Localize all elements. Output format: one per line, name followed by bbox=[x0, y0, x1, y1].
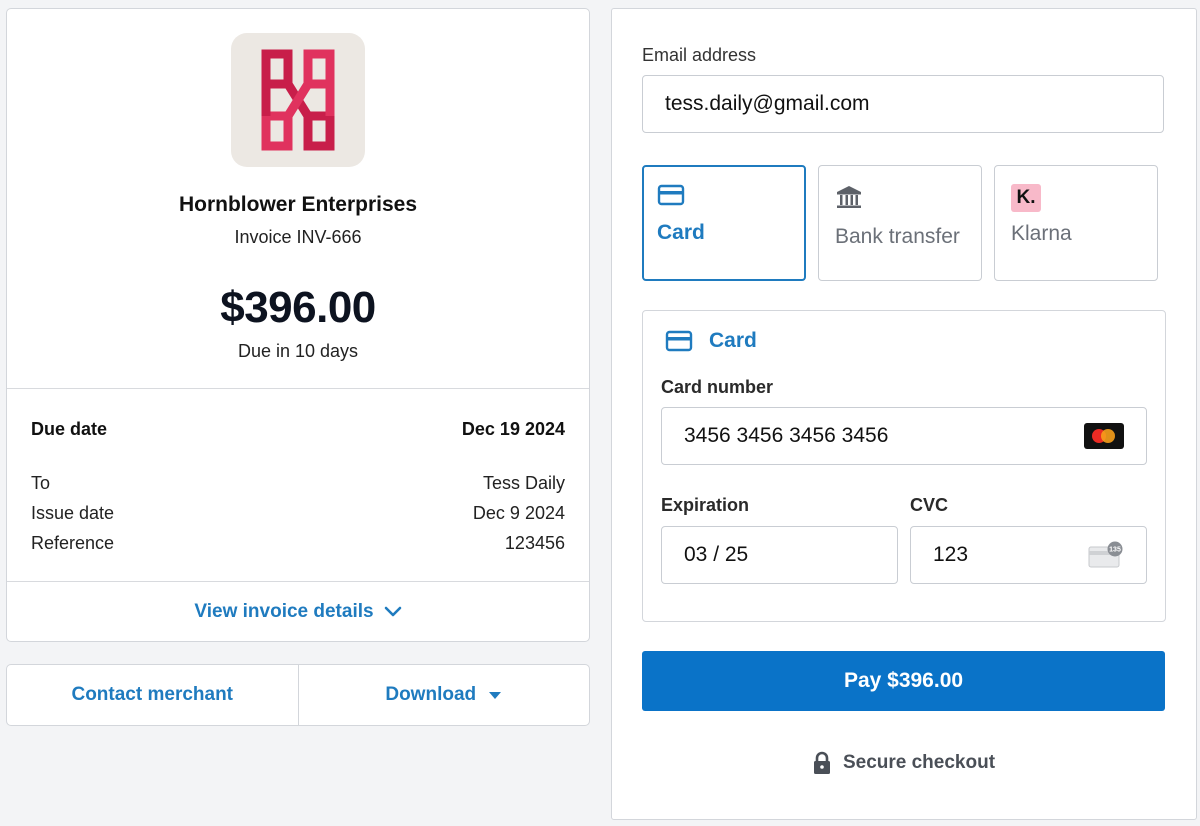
download-label: Download bbox=[385, 684, 477, 705]
cvc-label: CVC bbox=[910, 495, 949, 515]
detail-value: Dec 19 2024 bbox=[461, 419, 565, 439]
merchant-name: Hornblower Enterprises bbox=[178, 193, 418, 216]
detail-row-due-date: Due date Dec 19 2024 bbox=[31, 419, 565, 440]
payment-method-label: Bank transfer bbox=[835, 225, 960, 248]
card-number-field[interactable]: 3456 3456 3456 3456 bbox=[661, 407, 1147, 465]
cvc-card-icon: 135 bbox=[1088, 541, 1123, 568]
view-invoice-details-label: View invoice details bbox=[194, 601, 374, 622]
view-invoice-details-button[interactable]: View invoice details bbox=[7, 601, 589, 623]
secure-checkout-label: Secure checkout bbox=[842, 752, 996, 773]
email-field[interactable]: tess.daily@gmail.com bbox=[642, 75, 1164, 133]
expiration-field[interactable]: 03 / 25 bbox=[661, 526, 898, 584]
detail-value: Tess Daily bbox=[482, 473, 565, 493]
email-label: Email address bbox=[642, 45, 757, 65]
invoice-amount: $396.00 bbox=[220, 283, 376, 332]
caret-down-icon bbox=[489, 691, 502, 699]
lock-icon bbox=[813, 751, 830, 774]
invoice-number: Invoice INV-666 bbox=[234, 227, 362, 247]
payment-method-bank-transfer[interactable]: Bank transfer bbox=[818, 165, 982, 281]
payment-method-label: Klarna bbox=[1011, 222, 1072, 245]
payment-method-card[interactable]: Card bbox=[642, 165, 806, 281]
divider bbox=[7, 581, 589, 582]
detail-row-reference: Reference 123456 bbox=[31, 533, 565, 554]
klarna-icon: K. bbox=[1011, 184, 1041, 212]
pay-button-label: Pay $396.00 bbox=[843, 669, 964, 692]
credit-card-icon bbox=[665, 330, 693, 352]
merchant-logo bbox=[231, 33, 365, 167]
expiration-value: 03 / 25 bbox=[684, 543, 749, 566]
divider bbox=[7, 388, 589, 389]
detail-row-issue-date: Issue date Dec 9 2024 bbox=[31, 503, 565, 524]
download-button[interactable]: Download bbox=[297, 665, 590, 725]
bank-icon bbox=[837, 186, 861, 208]
credit-card-icon bbox=[657, 184, 685, 206]
checkout-page: Hornblower Enterprises Invoice INV-666 $… bbox=[0, 0, 1200, 826]
payment-panel: Email address tess.daily@gmail.com Card … bbox=[611, 8, 1197, 820]
due-in-text: Due in 10 days bbox=[237, 341, 359, 361]
card-section-title: Card bbox=[665, 329, 757, 353]
card-number-label: Card number bbox=[661, 377, 774, 397]
mastercard-icon bbox=[1084, 423, 1124, 449]
pay-button[interactable]: Pay $396.00 bbox=[642, 651, 1165, 711]
detail-value: Dec 9 2024 bbox=[472, 503, 565, 523]
contact-merchant-button[interactable]: Contact merchant bbox=[7, 665, 298, 725]
chevron-down-icon bbox=[384, 606, 401, 617]
payment-method-klarna[interactable]: K. Klarna bbox=[994, 165, 1158, 281]
detail-label: Reference bbox=[31, 533, 115, 553]
payment-method-label: Card bbox=[657, 221, 705, 244]
detail-row-to: To Tess Daily bbox=[31, 473, 565, 494]
secure-checkout: Secure checkout bbox=[612, 751, 1196, 775]
card-details-section: Card Card number 3456 3456 3456 3456 Exp… bbox=[642, 310, 1166, 622]
hornblower-logo-icon bbox=[261, 49, 335, 151]
detail-label: To bbox=[31, 473, 51, 493]
invoice-summary-card: Hornblower Enterprises Invoice INV-666 $… bbox=[6, 8, 590, 642]
detail-label: Issue date bbox=[31, 503, 115, 523]
invoice-actions: Contact merchant Download bbox=[6, 664, 590, 726]
contact-merchant-label: Contact merchant bbox=[71, 684, 234, 705]
detail-value: 123456 bbox=[504, 533, 565, 553]
cvc-value: 123 bbox=[933, 543, 969, 566]
card-section-label: Card bbox=[709, 329, 757, 352]
email-value: tess.daily@gmail.com bbox=[665, 92, 870, 115]
card-number-value: 3456 3456 3456 3456 bbox=[684, 424, 889, 447]
expiration-label: Expiration bbox=[661, 495, 750, 515]
cvc-badge-text: 135 bbox=[1109, 547, 1121, 554]
detail-label: Due date bbox=[31, 419, 108, 439]
cvc-field[interactable]: 123 135 bbox=[910, 526, 1147, 584]
